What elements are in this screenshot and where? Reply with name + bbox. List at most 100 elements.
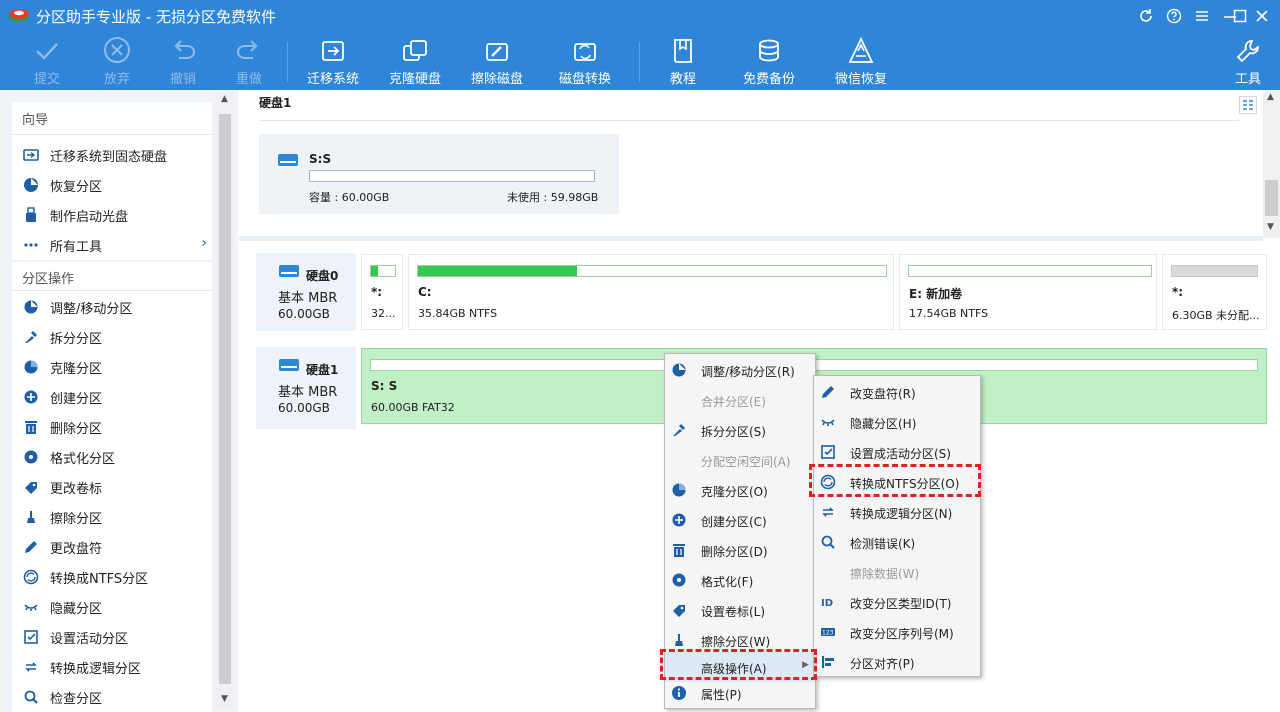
sidebar-item-split[interactable]: 拆分分区 [22, 326, 207, 348]
help-icon[interactable] [1162, 5, 1186, 27]
chevron-right-icon: › [201, 235, 207, 251]
sidebar-item-change-letter[interactable]: 更改盘符 [22, 536, 207, 558]
ops-title: 分区操作 [22, 272, 75, 287]
usage-fill [371, 266, 379, 276]
sidebar-item-change-label[interactable]: 更改卷标 [22, 476, 207, 498]
context_menu-item-2[interactable]: 拆分分区(S) [665, 415, 815, 445]
wechat-recovery-button[interactable]: 微信恢复 [830, 36, 892, 87]
sidebar-item-recover-partition[interactable]: 恢复分区 [22, 174, 207, 196]
sidebar-item-set-active[interactable]: 设置活动分区 [22, 626, 207, 648]
disk0-label[interactable]: 硬盘0 基本 MBR 60.00GB [256, 253, 356, 331]
clone-disk-button[interactable]: 克隆硬盘 [384, 36, 446, 87]
scrollbar-thumb[interactable] [219, 114, 231, 684]
scroll-up-icon[interactable]: ▲ [221, 94, 228, 104]
partition-disk0-0[interactable]: *: 32... [361, 254, 403, 330]
convert-icon [22, 568, 40, 586]
wipe-disk-button[interactable]: 擦除磁盘 [466, 36, 528, 87]
sidebar-item-convert-ntfs[interactable]: 转换成NTFS分区 [22, 566, 207, 588]
svg-text:123: 123 [822, 630, 834, 637]
partition-card[interactable]: S:S 容量 : 60.00GB 未使用 : 59.98GB [259, 134, 619, 214]
submenu-item-5[interactable]: 检测错误(K) [814, 527, 980, 557]
context_menu-item-7[interactable]: 格式化(F) [665, 565, 815, 595]
undo-button[interactable]: 撤销 [158, 36, 208, 87]
sidebar-item-clone[interactable]: 克隆分区 [22, 356, 207, 378]
sidebar-item-all-tools[interactable]: 所有工具 › [22, 234, 207, 256]
sidebar-item-check[interactable]: 检查分区 [22, 686, 207, 708]
recover-icon [22, 176, 40, 194]
app-logo-icon [9, 9, 29, 22]
partition-ops-panel: 分区操作 调整/移动分区 拆分分区克隆分区创建分区删除分区格式化分区更改卷标擦除分… [12, 262, 212, 712]
view-toggle-icon[interactable] [1239, 96, 1257, 114]
disk-card-view: 硬盘1 S:S 容量 : 60.00GB 未使用 : 59.98GB ▲ ▼ [239, 90, 1280, 238]
scrollbar-thumb[interactable] [1265, 180, 1278, 216]
submenu-item-1[interactable]: 隐藏分区(H) [814, 407, 980, 437]
submenu-item-2[interactable]: 设置成活动分区(S) [814, 437, 980, 467]
commit-button[interactable]: 提交 [22, 36, 72, 87]
tools-button[interactable]: 工具 [1226, 36, 1270, 87]
submenu-item-0[interactable]: 改变盘符(R) [814, 377, 980, 407]
context_menu-item-5[interactable]: 创建分区(C) [665, 505, 815, 535]
dots-icon [22, 236, 40, 254]
submenu-item-4[interactable]: 转换成逻辑分区(N) [814, 497, 980, 527]
migrate-icon [22, 146, 40, 164]
discard-button[interactable]: 放弃 [92, 36, 142, 87]
create-icon [671, 512, 687, 528]
upper-scrollbar[interactable]: ▲ ▼ [1263, 90, 1280, 238]
trash-icon [671, 542, 687, 558]
split-icon [671, 422, 687, 438]
context-menu-item-properties[interactable]: 属性(P) [665, 678, 815, 708]
submenu-item-9[interactable]: 分区对齐(P) [814, 647, 980, 677]
submenu-item-7[interactable]: ID 改变分区类型ID(T) [814, 587, 980, 617]
pen-icon [22, 538, 40, 556]
highlight-convert-ntfs [809, 464, 981, 497]
context_menu-item-0[interactable]: 调整/移动分区(R) [665, 355, 815, 385]
submenu-item-8[interactable]: 123 改变分区序列号(M) [814, 617, 980, 647]
wipe-icon [671, 632, 687, 648]
tag-icon [22, 478, 40, 496]
partition-disk0-c[interactable]: C: 35.84GB NTFS [408, 254, 894, 330]
disk-convert-button[interactable]: 磁盘转换 [554, 36, 616, 87]
id-icon: ID [820, 594, 836, 610]
sidebar-item-boot-disc[interactable]: 制作启动光盘 [22, 204, 207, 226]
pie-icon [22, 298, 40, 316]
drive-icon [279, 265, 299, 277]
swap-icon [22, 658, 40, 676]
maximize-button[interactable] [1222, 5, 1247, 27]
tag-icon [671, 602, 687, 618]
sidebar-item-hide[interactable]: 隐藏分区 [22, 596, 207, 618]
sidebar-item-delete[interactable]: 删除分区 [22, 416, 207, 438]
sidebar-item-convert-logical[interactable]: 转换成逻辑分区 [22, 656, 207, 678]
context_menu-item-8[interactable]: 设置卷标(L) [665, 595, 815, 625]
partition-disk0-e[interactable]: E: 新加卷 17.54GB NTFS [899, 254, 1157, 330]
free-backup-button[interactable]: 免费备份 [738, 36, 800, 87]
info-icon [671, 685, 687, 701]
migrate-os-button[interactable]: 迁移系统 [302, 36, 364, 87]
card-unused: 未使用 : 59.98GB [507, 191, 599, 204]
scroll-up-icon[interactable]: ▲ [1267, 92, 1274, 102]
sidebar-item-wipe[interactable]: 擦除分区 [22, 506, 207, 528]
discard-icon [92, 36, 142, 66]
context_menu-item-4[interactable]: 克隆分区(O) [665, 475, 815, 505]
knife-icon [22, 328, 40, 346]
sidebar-item-format[interactable]: 格式化分区 [22, 446, 207, 468]
sidebar-item-create[interactable]: 创建分区 [22, 386, 207, 408]
backup-icon [738, 36, 800, 66]
menu-icon[interactable] [1190, 5, 1214, 27]
refresh-icon[interactable] [1134, 5, 1158, 27]
tutorial-button[interactable]: 教程 [658, 36, 708, 87]
sidebar-item-migrate-ssd[interactable]: 迁移系统到固态硬盘 [22, 144, 207, 166]
close-icon[interactable] [1250, 5, 1274, 27]
sidebar-scrollbar[interactable]: ▲ ▼ [216, 92, 234, 710]
scroll-down-icon[interactable]: ▼ [221, 694, 228, 704]
serial-icon: 123 [820, 624, 836, 640]
disk1-label[interactable]: 硬盘1 基本 MBR 60.00GB [256, 347, 356, 429]
partition-disk0-unallocated[interactable]: *: 6.30GB 未分配... [1162, 254, 1267, 330]
sidebar-item-resize-move[interactable]: 调整/移动分区 [22, 296, 207, 318]
scroll-down-icon[interactable]: ▼ [1267, 222, 1274, 232]
toolbar-separator [287, 42, 288, 82]
context_menu-item-6[interactable]: 删除分区(D) [665, 535, 815, 565]
context_menu-item-3: 分配空闲空间(A) [701, 455, 791, 469]
redo-button[interactable]: 重做 [224, 36, 274, 87]
active-icon [820, 444, 836, 460]
clone-icon [671, 482, 687, 498]
